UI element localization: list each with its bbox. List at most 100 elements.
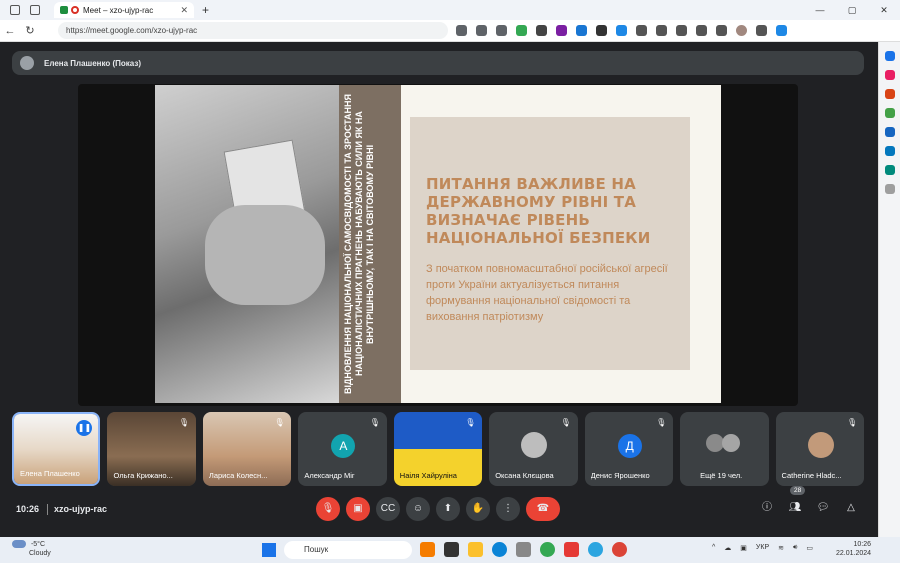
extension-translate-icon[interactable]	[596, 25, 607, 36]
sidebar-games-icon[interactable]	[885, 108, 895, 118]
more-menu-icon[interactable]	[756, 25, 767, 36]
window-controls: — ▢ ✕	[804, 0, 900, 20]
meeting-code: xzo-ujyp-rac	[54, 504, 108, 514]
more-participants-tile[interactable]: Ещё 19 чел.	[680, 412, 769, 486]
chrome-profile-icon[interactable]	[612, 542, 627, 557]
new-tab-icon[interactable]: +	[202, 3, 209, 17]
meeting-clock: 10:26	[16, 504, 40, 514]
call-controls: 🎙︎ ▣ CC ☺ ⬆ ✋ ⋮ ☎	[316, 497, 560, 521]
participant-tile[interactable]: 🎙︎ Оксана Клєщова	[489, 412, 578, 486]
sidebar-outlook-icon[interactable]	[885, 146, 895, 156]
battery-icon[interactable]: ▭	[806, 544, 813, 552]
maximize-icon[interactable]: ▢	[836, 0, 868, 20]
mic-toggle-button[interactable]: 🎙︎	[316, 497, 340, 521]
participant-tiles: ❚❚ Елена Плашенко 🎙︎ Ольга Крижано... 🎙︎…	[12, 412, 864, 486]
file-explorer-icon[interactable]	[468, 542, 483, 557]
taskbar-clock[interactable]: 10:26 22.01.2024	[836, 540, 871, 558]
meet-favicon-icon	[60, 6, 68, 14]
weather-widget[interactable]: -5°C Cloudy	[12, 540, 51, 558]
chat-icon[interactable]: 💬︎	[816, 501, 830, 515]
copilot-icon[interactable]	[776, 25, 787, 36]
refresh-icon[interactable]: ↻	[20, 24, 40, 37]
sidebar-office-icon[interactable]	[885, 127, 895, 137]
tray-network-icon[interactable]: ☁	[724, 544, 731, 552]
participant-tile[interactable]: ❚❚ Елена Плашенко	[12, 412, 101, 486]
browser-essentials-icon[interactable]	[716, 25, 727, 36]
split-screen-icon[interactable]	[656, 25, 667, 36]
tab-title: Meet – xzo-ujyp-rac	[83, 5, 154, 15]
participant-tile[interactable]: 🎙︎ Ольга Крижано...	[107, 412, 196, 486]
presenter-label: Елена Плашенко (Показ)	[44, 58, 141, 68]
participant-tile[interactable]: Д 🎙︎ Денис Ярошенко	[584, 412, 674, 486]
url-field[interactable]: https://meet.google.com/xzo-ujyp-rac	[58, 22, 448, 39]
mic-off-icon: 🎙︎	[178, 418, 190, 427]
app-icon[interactable]	[420, 542, 435, 557]
slide-photo-book	[155, 85, 339, 403]
participant-tile[interactable]: 🎙︎ Лариса Колесн...	[202, 412, 292, 486]
extension-grid-icon[interactable]	[556, 25, 567, 36]
edge-icon[interactable]	[492, 542, 507, 557]
cloud-icon	[12, 540, 26, 549]
participant-name: Денис Ярошенко	[590, 471, 650, 480]
profile-avatar[interactable]	[736, 25, 747, 36]
sidebar-tools-icon[interactable]	[885, 89, 895, 99]
app-icon[interactable]	[516, 542, 531, 557]
emoji-button[interactable]: ☺	[406, 497, 430, 521]
extension-download-icon[interactable]	[516, 25, 527, 36]
extension-puzzle-icon[interactable]	[536, 25, 547, 36]
mic-off-icon: 🎙︎	[369, 418, 380, 427]
workspaces-icon[interactable]	[10, 5, 20, 15]
taskbar-search[interactable]: Пошук	[284, 541, 412, 559]
sidebar-add-icon[interactable]	[885, 184, 895, 194]
raise-hand-button[interactable]: ✋	[466, 497, 490, 521]
more-avatar	[722, 434, 741, 452]
close-window-icon[interactable]: ✕	[868, 0, 900, 20]
extension-shield-icon[interactable]	[576, 25, 587, 36]
collections-icon[interactable]	[696, 25, 707, 36]
minimize-icon[interactable]: —	[804, 0, 836, 20]
volume-icon[interactable]: 🔊︎	[793, 544, 797, 552]
participant-photo-avatar	[807, 432, 834, 458]
taskbar-apps	[420, 542, 627, 557]
participant-letter-avatar: А	[331, 434, 356, 458]
extension-square-icon[interactable]	[616, 25, 627, 36]
app-icon[interactable]	[564, 542, 579, 557]
language-indicator[interactable]: УКР	[756, 544, 769, 552]
meeting-info-icon[interactable]: ⓘ	[760, 501, 774, 515]
camera-toggle-button[interactable]: ▣	[346, 497, 370, 521]
back-icon[interactable]: ←	[0, 25, 20, 37]
wifi-icon[interactable]: ≋	[778, 544, 784, 552]
tab-actions-icon[interactable]	[30, 5, 40, 15]
mic-off-icon: 🎙︎	[560, 418, 571, 427]
app-icon[interactable]	[444, 542, 459, 557]
more-options-button[interactable]: ⋮	[496, 497, 520, 521]
close-tab-icon[interactable]: ✕	[180, 5, 188, 16]
people-icon[interactable]: 👥︎	[788, 501, 802, 515]
tray-app-icon[interactable]: ▣	[740, 544, 747, 552]
telegram-icon[interactable]	[588, 542, 603, 557]
leave-call-button[interactable]: ☎	[526, 497, 560, 521]
sidebar-shopping-icon[interactable]	[885, 70, 895, 80]
captions-button[interactable]: CC	[376, 497, 400, 521]
system-tray: ^ ☁ ▣ УКР ≋ 🔊︎ ▭	[712, 544, 813, 552]
tab-meet[interactable]: Meet – xzo-ujyp-rac ✕	[54, 2, 194, 18]
activities-icon[interactable]: △	[844, 501, 858, 515]
tray-chevron-icon[interactable]: ^	[712, 544, 715, 552]
slide-vertical-text: ВІДНОВЛЕННЯ НАЦІОНАЛЬНОЇ САМОСВІДОМОСТІ …	[342, 93, 375, 394]
participant-tile[interactable]: 🎙︎ Catherine Hladc...	[775, 412, 864, 486]
meet-control-bar: 10:26 xzo-ujyp-rac 🎙︎ ▣ CC ☺ ⬆ ✋ ⋮ ☎ ⓘ 👥…	[0, 486, 878, 537]
slide-heading: ПИТАННЯ ВАЖЛИВЕ НА ДЕРЖАВНОМУ РІВНІ ТА В…	[426, 175, 651, 247]
start-button-icon[interactable]	[262, 543, 276, 557]
extension-leaf-icon[interactable]	[636, 25, 647, 36]
chrome-icon[interactable]	[540, 542, 555, 557]
participant-tile[interactable]: А 🎙︎ Александр Міг	[298, 412, 387, 486]
participant-tile[interactable]: 🎙︎ Наіля Хайруліна	[393, 412, 483, 486]
camera-icon[interactable]	[456, 25, 467, 36]
favorites-icon[interactable]	[676, 25, 687, 36]
favorite-star-icon[interactable]	[496, 25, 507, 36]
sidebar-search-icon[interactable]	[885, 51, 895, 61]
participant-name: Оксана Клєщова	[495, 471, 554, 480]
sidebar-drop-icon[interactable]	[885, 165, 895, 175]
present-button[interactable]: ⬆	[436, 497, 460, 521]
read-aloud-icon[interactable]	[476, 25, 487, 36]
